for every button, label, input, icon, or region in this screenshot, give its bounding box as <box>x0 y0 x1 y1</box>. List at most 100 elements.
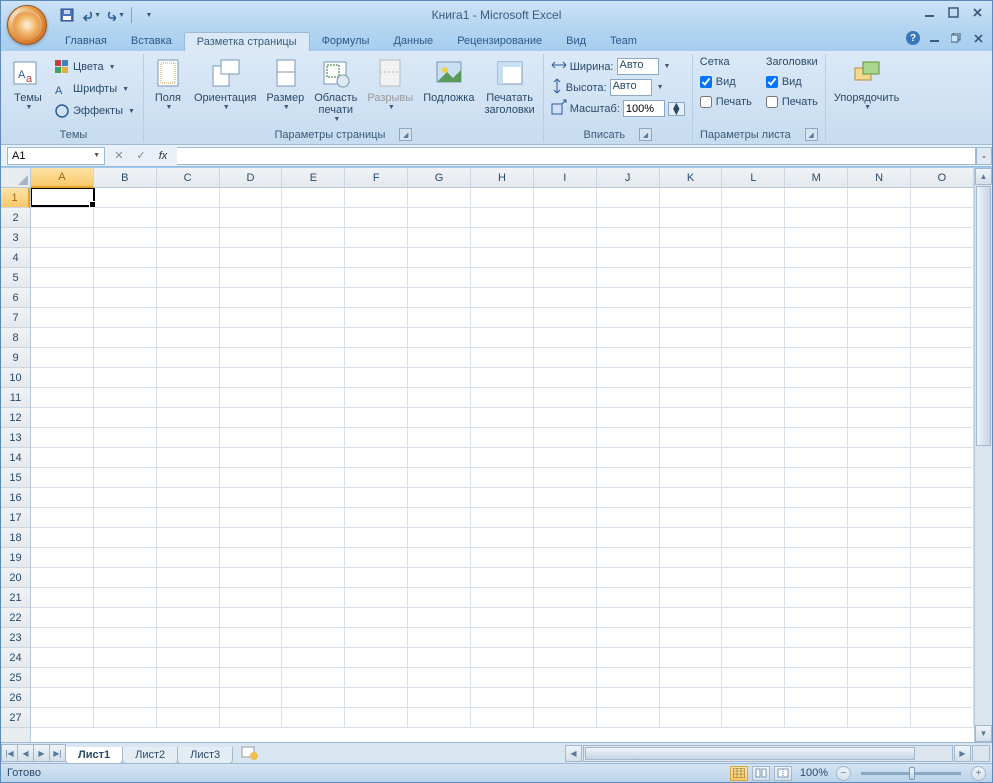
cell[interactable] <box>785 328 848 348</box>
cell[interactable] <box>597 548 660 568</box>
row-header[interactable]: 15 <box>1 468 30 488</box>
cell[interactable] <box>31 488 94 508</box>
cell[interactable] <box>345 648 408 668</box>
cell[interactable] <box>471 188 534 208</box>
cell[interactable] <box>785 408 848 428</box>
cell[interactable] <box>534 708 597 728</box>
cell[interactable] <box>282 508 345 528</box>
scroll-up-button[interactable]: ▲ <box>975 168 992 185</box>
cell[interactable] <box>660 328 723 348</box>
cell[interactable] <box>345 468 408 488</box>
cell[interactable] <box>220 388 283 408</box>
cell[interactable] <box>282 548 345 568</box>
column-header[interactable]: C <box>157 168 220 188</box>
column-header[interactable]: J <box>597 168 660 188</box>
cell[interactable] <box>220 468 283 488</box>
cell[interactable] <box>157 288 220 308</box>
cell[interactable] <box>785 228 848 248</box>
cell[interactable] <box>534 388 597 408</box>
row-header[interactable]: 14 <box>1 448 30 468</box>
cell[interactable] <box>597 228 660 248</box>
cell[interactable] <box>282 668 345 688</box>
cell[interactable] <box>597 528 660 548</box>
cell[interactable] <box>534 468 597 488</box>
row-header[interactable]: 26 <box>1 688 30 708</box>
cell[interactable] <box>94 688 157 708</box>
cell[interactable] <box>157 188 220 208</box>
cell[interactable] <box>282 408 345 428</box>
name-box[interactable]: A1▼ <box>7 147 105 165</box>
cell[interactable] <box>31 588 94 608</box>
cell[interactable] <box>660 548 723 568</box>
cell[interactable] <box>785 388 848 408</box>
cell[interactable] <box>471 708 534 728</box>
cell[interactable] <box>157 708 220 728</box>
cell[interactable] <box>722 248 785 268</box>
prev-sheet-button[interactable]: ◀ <box>17 744 34 762</box>
tab-главная[interactable]: Главная <box>53 32 119 51</box>
cell[interactable] <box>282 388 345 408</box>
cell[interactable] <box>408 488 471 508</box>
cell[interactable] <box>31 708 94 728</box>
cell[interactable] <box>660 368 723 388</box>
sheet-tab[interactable]: Лист3 <box>177 747 233 764</box>
cell[interactable] <box>94 468 157 488</box>
cell[interactable] <box>534 268 597 288</box>
cell[interactable] <box>408 428 471 448</box>
cell[interactable] <box>282 608 345 628</box>
column-header[interactable]: D <box>220 168 283 188</box>
cells-area[interactable] <box>31 188 974 742</box>
cell[interactable] <box>157 688 220 708</box>
cell[interactable] <box>911 248 974 268</box>
column-header[interactable]: N <box>848 168 911 188</box>
themes-button[interactable]: Aa Темы▼ <box>8 56 48 124</box>
cell[interactable] <box>282 468 345 488</box>
cell[interactable] <box>31 688 94 708</box>
cell[interactable] <box>345 528 408 548</box>
cell[interactable] <box>722 428 785 448</box>
cell[interactable] <box>534 188 597 208</box>
cell[interactable] <box>471 668 534 688</box>
cell[interactable] <box>911 468 974 488</box>
cell[interactable] <box>471 248 534 268</box>
cell[interactable] <box>345 308 408 328</box>
minimize-button[interactable] <box>918 3 940 21</box>
cell[interactable] <box>534 568 597 588</box>
cell[interactable] <box>722 528 785 548</box>
cell[interactable] <box>848 528 911 548</box>
cell[interactable] <box>848 188 911 208</box>
cell[interactable] <box>911 188 974 208</box>
cell[interactable] <box>534 228 597 248</box>
scroll-left-button[interactable]: ◀ <box>565 745 582 762</box>
cell[interactable] <box>157 568 220 588</box>
cell[interactable] <box>848 268 911 288</box>
cell[interactable] <box>220 628 283 648</box>
zoom-level[interactable]: 100% <box>800 767 828 779</box>
cell[interactable] <box>911 568 974 588</box>
cell[interactable] <box>94 668 157 688</box>
row-header[interactable]: 24 <box>1 648 30 668</box>
cell[interactable] <box>157 228 220 248</box>
cell[interactable] <box>408 408 471 428</box>
cell[interactable] <box>282 528 345 548</box>
zoom-slider-knob[interactable] <box>909 767 915 780</box>
column-header[interactable]: G <box>408 168 471 188</box>
cell[interactable] <box>911 428 974 448</box>
cell[interactable] <box>471 368 534 388</box>
cell[interactable] <box>534 588 597 608</box>
tab-вид[interactable]: Вид <box>554 32 598 51</box>
cell[interactable] <box>911 708 974 728</box>
cell[interactable] <box>408 528 471 548</box>
cell[interactable] <box>785 468 848 488</box>
cell[interactable] <box>345 448 408 468</box>
cell[interactable] <box>408 328 471 348</box>
cell[interactable] <box>471 688 534 708</box>
page-layout-view-button[interactable] <box>752 766 770 781</box>
cell[interactable] <box>471 488 534 508</box>
cell[interactable] <box>534 488 597 508</box>
cell[interactable] <box>220 348 283 368</box>
cell[interactable] <box>722 668 785 688</box>
cell[interactable] <box>31 448 94 468</box>
cell[interactable] <box>31 428 94 448</box>
cell[interactable] <box>94 248 157 268</box>
